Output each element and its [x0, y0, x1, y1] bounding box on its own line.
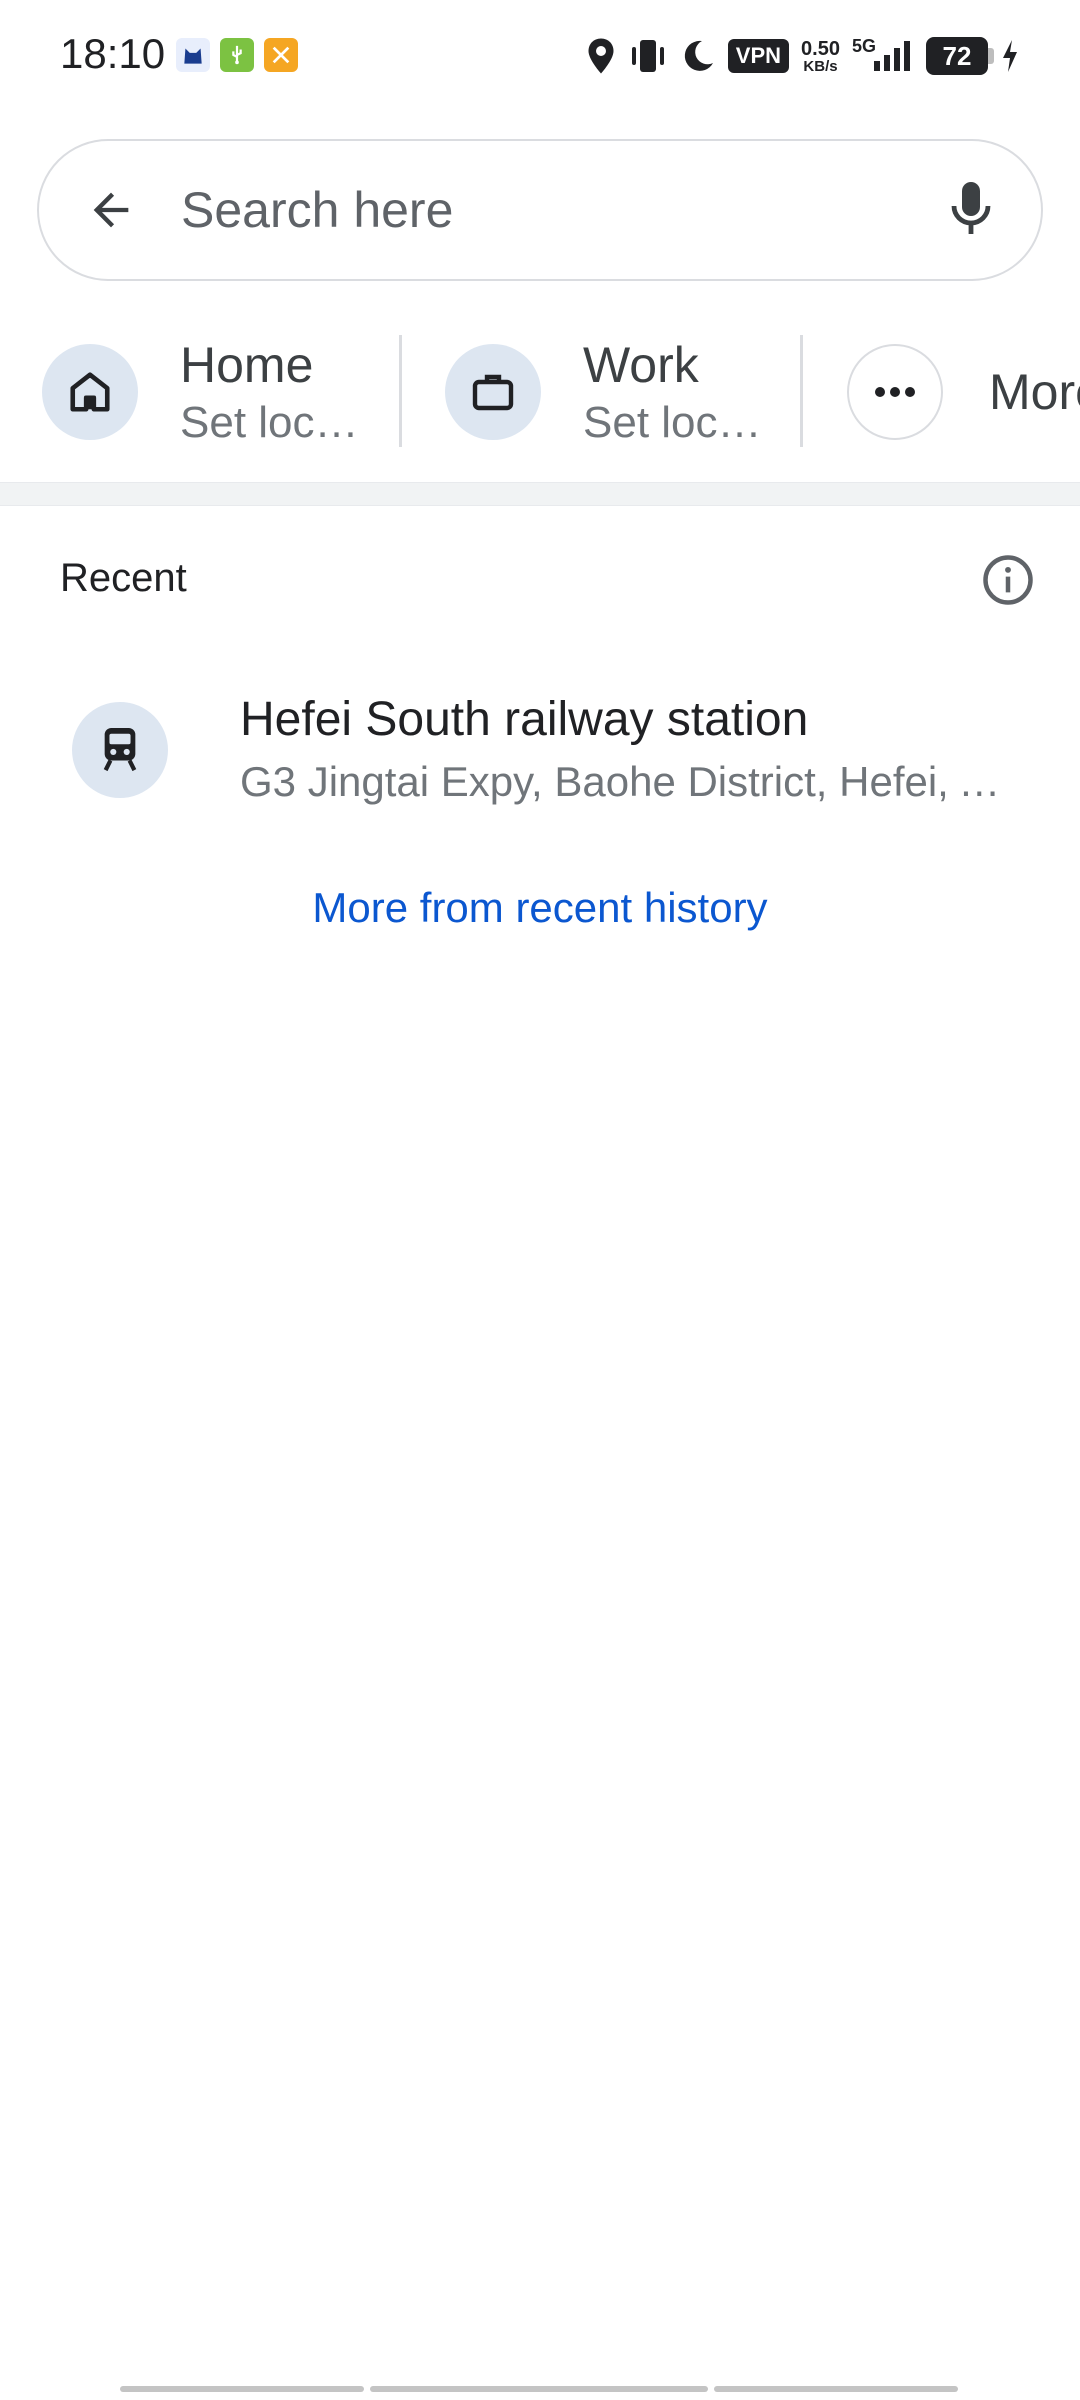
train-icon: [72, 702, 168, 798]
tools-icon: [264, 38, 298, 72]
gesture-navigation-bar: [120, 2386, 958, 2392]
shortcut-divider: [399, 335, 402, 447]
charging-bolt-icon: [1003, 40, 1017, 72]
briefcase-icon: [445, 344, 541, 440]
vibrate-icon: [631, 40, 664, 72]
shortcut-work-subtitle: Set loc…: [583, 397, 762, 447]
status-bar: 18:10 VPN 0.50 KB/s 5G 72: [0, 0, 1080, 112]
notification-icons: [176, 38, 298, 72]
shortcut-home-title: Home: [180, 336, 314, 393]
recent-item-title: Hefei South railway station: [240, 693, 809, 746]
saved-places-shortcuts: Home Set loc… Work Set loc… More: [0, 322, 1080, 462]
speed-value: 0.50: [801, 37, 840, 60]
back-arrow-icon[interactable]: [81, 180, 141, 240]
status-indicators: VPN 0.50 KB/s 5G 72: [586, 34, 1020, 78]
speed-unit: KB/s: [803, 57, 838, 75]
network-speed: 0.50 KB/s: [801, 39, 840, 74]
location-icon: [588, 38, 614, 74]
network-type: 5G: [851, 35, 876, 56]
vpn-badge: VPN: [727, 39, 790, 73]
recent-list-item[interactable]: Hefei South railway station G3 Jingtai E…: [0, 678, 1080, 818]
shortcut-divider: [800, 335, 803, 447]
recent-item-address: G3 Jingtai Expy, Baohe District, Hefei, …: [240, 758, 1020, 805]
shortcut-home[interactable]: Home Set loc…: [42, 322, 359, 462]
shortcut-work[interactable]: Work Set loc…: [445, 322, 762, 462]
shortcut-work-title: Work: [583, 336, 699, 393]
nav-segment: [714, 2386, 958, 2392]
more-horizontal-icon: [847, 344, 943, 440]
nav-segment: [370, 2386, 708, 2392]
more-recent-history-link[interactable]: More from recent history: [0, 884, 1080, 932]
section-divider: [0, 482, 1080, 506]
cat-app-icon: [176, 38, 210, 72]
shortcut-home-subtitle: Set loc…: [180, 397, 359, 447]
signal-icon: [874, 41, 910, 71]
home-icon: [42, 344, 138, 440]
search-bar: [37, 139, 1043, 281]
info-icon[interactable]: [980, 552, 1036, 608]
shortcut-more-title: More: [989, 364, 1080, 420]
status-time: 18:10: [60, 30, 166, 77]
battery-indicator: 72: [926, 37, 994, 75]
microphone-icon[interactable]: [941, 177, 1001, 243]
nav-segment: [120, 2386, 364, 2392]
recent-heading: Recent: [60, 556, 187, 600]
usb-icon: [220, 38, 254, 72]
battery-level: 72: [942, 40, 972, 71]
do-not-disturb-moon-icon: [684, 40, 713, 71]
shortcut-more[interactable]: More: [847, 322, 1080, 462]
search-input[interactable]: [181, 177, 921, 243]
